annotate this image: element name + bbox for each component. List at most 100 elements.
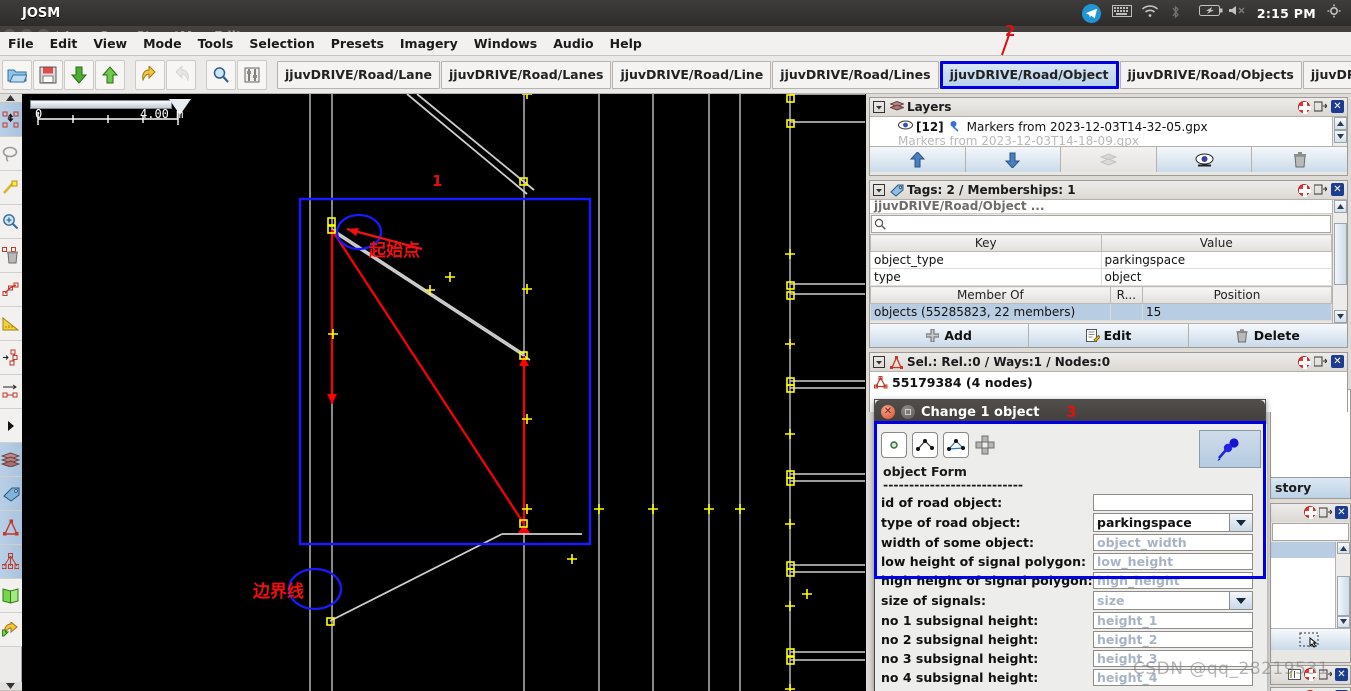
tags-close-icon[interactable]: ✕ — [1331, 183, 1344, 196]
add-button[interactable]: Add — [870, 324, 1030, 347]
list-item[interactable]: Markers from 2023-12-03T14-18-09.gpx — [870, 136, 1332, 146]
visibility-icon[interactable] — [898, 120, 913, 133]
tab-road-lanes[interactable]: jjuvDRIVE/Road/Lanes — [441, 60, 612, 89]
menu-item-imagery[interactable]: Imagery — [392, 34, 466, 53]
id-of-road-object-input[interactable] — [1093, 494, 1253, 511]
chevron-down-icon[interactable] — [1230, 513, 1253, 532]
member-position-value[interactable]: 15 — [1141, 303, 1333, 321]
tab-road-object[interactable]: jjuvDRIVE/Road/Object — [939, 60, 1119, 89]
scroll-thumb[interactable] — [1333, 223, 1347, 285]
tab-road-objects[interactable]: jjuvDRIVE/Road/Objects — [1119, 60, 1302, 89]
menu-item-audio[interactable]: Audio — [545, 34, 601, 53]
move-down-icon[interactable] — [965, 147, 1062, 172]
column-header-role[interactable]: R... — [1109, 286, 1143, 304]
table-row[interactable]: objects (55285823, 22 members) 15 — [870, 303, 1333, 321]
table-row[interactable]: type object — [870, 268, 1332, 286]
upload-icon[interactable] — [95, 59, 125, 90]
size-of-signals-value[interactable]: size — [1093, 591, 1230, 610]
node-icon[interactable] — [881, 432, 907, 458]
lasso-select-icon[interactable] — [0, 137, 22, 171]
scroll-up-icon[interactable] — [1336, 542, 1350, 555]
tags-scrollbar[interactable] — [1332, 200, 1347, 323]
select-move-icon[interactable] — [0, 103, 22, 137]
preset-combo-label[interactable]: jjuvDRIVE/Road/Object ... — [870, 200, 1332, 214]
panel-dock-icon[interactable] — [1318, 506, 1333, 519]
tag-value[interactable]: parkingspace — [1100, 251, 1332, 269]
chevron-down-icon[interactable] — [1230, 591, 1253, 610]
subsignal-1-height-input[interactable]: height_1 — [1093, 612, 1253, 629]
type-of-road-object-combo[interactable]: parkingspace — [1093, 513, 1253, 532]
draw-node-icon[interactable] — [0, 171, 22, 205]
tags-panel-icon[interactable] — [0, 477, 22, 511]
pin-icon[interactable] — [1199, 430, 1261, 468]
layers-close-icon[interactable]: ✕ — [1331, 100, 1344, 113]
extrude-icon[interactable] — [0, 375, 22, 409]
menu-item-mode[interactable]: Mode — [135, 34, 189, 53]
toolbar-scroll-down-icon[interactable] — [0, 682, 22, 691]
draw-parallel-icon[interactable] — [0, 273, 22, 307]
panel-close-icon-2[interactable]: ✕ — [1335, 668, 1348, 681]
collapse-icon[interactable] — [873, 183, 886, 197]
column-header-value[interactable]: Value — [1100, 234, 1332, 252]
volume-muted-icon[interactable] — [1228, 4, 1246, 22]
column-header-key[interactable]: Key — [870, 234, 1102, 252]
preferences-icon[interactable] — [237, 59, 267, 90]
selection-help-icon[interactable] — [1298, 355, 1311, 369]
presets-panel-icon[interactable] — [0, 579, 22, 613]
width-of-some-object-input[interactable]: object_width — [1093, 534, 1253, 551]
menu-item-selection[interactable]: Selection — [241, 34, 322, 53]
background-search-field[interactable] — [1272, 523, 1349, 541]
layers-dock-icon[interactable] — [1313, 100, 1328, 113]
more-modes-icon[interactable] — [0, 409, 22, 443]
undo-icon[interactable] — [135, 59, 165, 90]
tag-value[interactable]: object — [1100, 268, 1332, 286]
measurement-icon[interactable] — [0, 307, 22, 341]
telegram-icon[interactable] — [1081, 3, 1101, 23]
scroll-up-icon[interactable] — [1333, 117, 1347, 130]
column-header-position[interactable]: Position — [1141, 286, 1333, 304]
menu-item-presets[interactable]: Presets — [323, 34, 392, 53]
open-icon[interactable] — [2, 59, 32, 90]
scroll-up-icon[interactable] — [1333, 200, 1347, 213]
background-scrollbar[interactable] — [1335, 542, 1350, 629]
relations-panel-icon[interactable] — [0, 545, 22, 579]
visibility-icon[interactable] — [1156, 147, 1253, 172]
tab-road-lane[interactable]: jjuvDRIVE/Road/Lane — [277, 60, 440, 89]
selection-close-icon[interactable]: ✕ — [1331, 355, 1344, 368]
keyboard-icon[interactable] — [1111, 4, 1132, 22]
wifi-icon[interactable] — [1141, 4, 1159, 22]
panel-help-icon[interactable] — [1304, 506, 1317, 519]
move-up-icon[interactable] — [870, 147, 966, 172]
layers-scrollbar[interactable] — [1332, 117, 1347, 146]
collapse-icon[interactable] — [873, 355, 886, 369]
clock[interactable]: 2:15 PM — [1257, 6, 1316, 21]
undo-history-icon[interactable] — [0, 613, 22, 647]
tab-road-truncated[interactable]: jjuvDRIVE/Ro — [1302, 60, 1351, 89]
search-icon[interactable] — [206, 59, 236, 90]
closed-way-icon[interactable] — [943, 432, 969, 458]
tag-key[interactable]: object_type — [870, 251, 1102, 269]
size-of-signals-combo[interactable]: size — [1093, 591, 1253, 610]
collapse-icon[interactable] — [873, 100, 886, 114]
menu-item-file[interactable]: File — [0, 34, 42, 53]
column-header-member-of[interactable]: Member Of — [870, 286, 1111, 304]
list-item[interactable]: 55179384 (4 nodes) — [870, 372, 1347, 392]
selection-panel-icon[interactable] — [0, 511, 22, 545]
toolbar-scroll-up-icon[interactable] — [0, 94, 22, 103]
improve-way-icon[interactable] — [0, 341, 22, 375]
delete-icon[interactable] — [0, 239, 22, 273]
download-icon[interactable] — [64, 59, 94, 90]
layers-help-icon[interactable] — [1298, 100, 1311, 114]
high-height-input[interactable]: high_height — [1093, 572, 1253, 589]
way-icon[interactable] — [912, 432, 938, 458]
scroll-down-icon[interactable] — [1336, 615, 1350, 629]
menu-item-tools[interactable]: Tools — [190, 34, 242, 53]
tag-key[interactable]: type — [870, 268, 1102, 286]
scroll-down-icon[interactable] — [1333, 310, 1347, 323]
search-input[interactable] — [871, 215, 1331, 233]
type-of-road-object-value[interactable]: parkingspace — [1093, 513, 1230, 532]
map-scale-widget[interactable]: 0 4.00 m — [30, 99, 270, 125]
dialog-close-button[interactable]: ✕ — [881, 405, 895, 419]
menu-item-help[interactable]: Help — [602, 34, 650, 53]
member-role-value[interactable] — [1109, 303, 1143, 321]
